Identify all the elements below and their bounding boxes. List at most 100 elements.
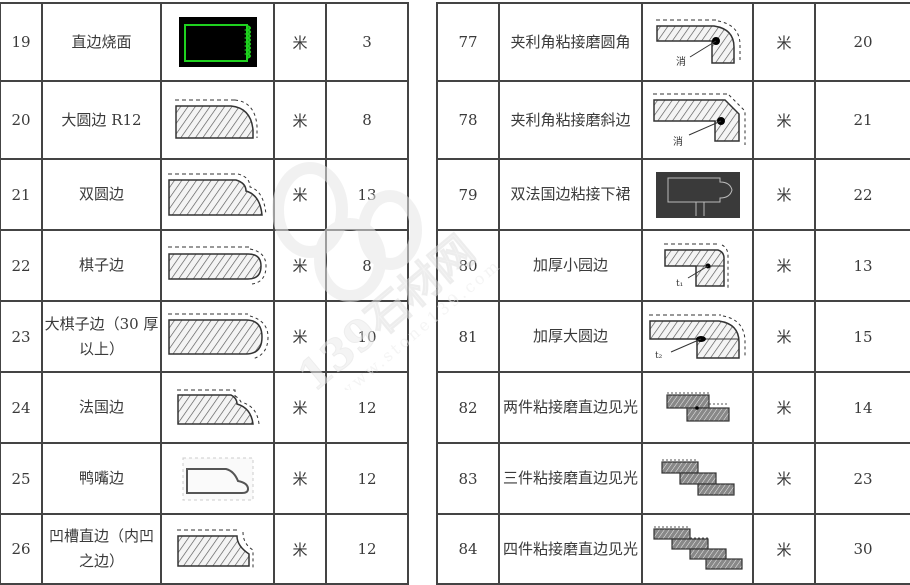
unit: 米 xyxy=(752,300,816,373)
edge-name: 双圆边 xyxy=(41,158,162,231)
price: 8 xyxy=(325,229,409,302)
svg-text:t₂: t₂ xyxy=(655,351,663,361)
price: 22 xyxy=(814,158,910,231)
price: 15 xyxy=(814,300,910,373)
table-row: 21 双圆边 米 13 xyxy=(0,158,409,231)
edge-name: 法国边 xyxy=(41,371,162,444)
row-number: 77 xyxy=(436,2,500,82)
edge-name: 凹槽直边（内凹之边） xyxy=(41,513,162,585)
mitered-bevel-edge-icon: 消 xyxy=(641,80,754,160)
unit: 米 xyxy=(273,371,327,444)
unit: 米 xyxy=(752,158,816,231)
price: 12 xyxy=(325,442,409,515)
large-round-edge-r12-icon xyxy=(160,80,275,160)
table-row: 23 大棋子边（30 厚以上） 米 10 xyxy=(0,300,409,373)
unit: 米 xyxy=(752,2,816,82)
table-row: 83 三件粘接磨直边见光 米 23 xyxy=(436,442,910,515)
unit: 米 xyxy=(273,2,327,82)
row-number: 79 xyxy=(436,158,500,231)
row-number: 23 xyxy=(0,300,43,373)
mitered-rounded-corner-icon: 消 xyxy=(641,2,754,82)
price: 12 xyxy=(325,513,409,585)
grooved-straight-edge-icon xyxy=(160,513,275,585)
thickened-large-round-edge-icon: t₂ xyxy=(641,300,754,373)
large-bullnose-edge-icon xyxy=(160,300,275,373)
table-row: 19 直边烧面 米 3 xyxy=(0,2,409,82)
edge-name: 双法国边粘接下裙 xyxy=(498,158,643,231)
edge-name: 夹利角粘接磨斜边 xyxy=(498,80,643,160)
edge-name: 四件粘接磨直边见光 xyxy=(498,513,643,585)
unit: 米 xyxy=(273,442,327,515)
row-number: 78 xyxy=(436,80,500,160)
unit: 米 xyxy=(752,371,816,444)
table-row: 78 夹利角粘接磨斜边 消 米 21 xyxy=(436,80,910,160)
edge-name: 两件粘接磨直边见光 xyxy=(498,371,643,444)
four-piece-laminated-edge-icon xyxy=(641,513,754,585)
unit: 米 xyxy=(273,80,327,160)
edge-price-table-right: 77 夹利角粘接磨圆角 消 米 20 78 夹利角粘接磨斜边 消 米 21 79… xyxy=(436,2,910,585)
table-row: 84 四件粘接磨直边见光 米 30 xyxy=(436,513,910,585)
row-number: 80 xyxy=(436,229,500,302)
svg-text:消: 消 xyxy=(676,55,686,67)
duckbill-edge-icon xyxy=(160,442,275,515)
edge-price-table-left: 19 直边烧面 米 3 20 大圆边 R12 米 8 21 双圆边 米 13 2… xyxy=(0,2,409,585)
table-row: 77 夹利角粘接磨圆角 消 米 20 xyxy=(436,2,910,82)
table-row: 82 两件粘接磨直边见光 米 14 xyxy=(436,371,910,444)
double-round-edge-icon xyxy=(160,158,275,231)
edge-name: 大圆边 R12 xyxy=(41,80,162,160)
table-row: 24 法国边 米 12 xyxy=(0,371,409,444)
edge-name: 直边烧面 xyxy=(41,2,162,82)
price: 8 xyxy=(325,80,409,160)
row-number: 19 xyxy=(0,2,43,82)
price: 12 xyxy=(325,371,409,444)
edge-name: 鸭嘴边 xyxy=(41,442,162,515)
row-number: 21 xyxy=(0,158,43,231)
price: 30 xyxy=(814,513,910,585)
table-row: 25 鸭嘴边 米 12 xyxy=(0,442,409,515)
french-edge-icon xyxy=(160,371,275,444)
row-number: 25 xyxy=(0,442,43,515)
row-number: 20 xyxy=(0,80,43,160)
svg-text:消: 消 xyxy=(673,135,683,148)
bullnose-edge-icon xyxy=(160,229,275,302)
price: 23 xyxy=(814,442,910,515)
table-row: 80 加厚小园边 t₁ 米 13 xyxy=(436,229,910,302)
double-french-edge-skirt-icon xyxy=(641,158,754,231)
three-piece-laminated-edge-icon xyxy=(641,442,754,515)
edge-name: 加厚小园边 xyxy=(498,229,643,302)
price: 21 xyxy=(814,80,910,160)
thickened-small-round-edge-icon: t₁ xyxy=(641,229,754,302)
table-row: 26 凹槽直边（内凹之边） 米 12 xyxy=(0,513,409,585)
edge-name: 加厚大圆边 xyxy=(498,300,643,373)
row-number: 84 xyxy=(436,513,500,585)
edge-name: 三件粘接磨直边见光 xyxy=(498,442,643,515)
price: 13 xyxy=(325,158,409,231)
unit: 米 xyxy=(273,158,327,231)
unit: 米 xyxy=(273,229,327,302)
svg-text:t₁: t₁ xyxy=(676,279,683,289)
unit: 米 xyxy=(752,442,816,515)
row-number: 24 xyxy=(0,371,43,444)
price: 3 xyxy=(325,2,409,82)
edge-name: 夹利角粘接磨圆角 xyxy=(498,2,643,82)
row-number: 82 xyxy=(436,371,500,444)
straight-flamed-edge-icon xyxy=(160,2,275,82)
row-number: 26 xyxy=(0,513,43,585)
price: 13 xyxy=(814,229,910,302)
price: 20 xyxy=(814,2,910,82)
price: 14 xyxy=(814,371,910,444)
table-row: 22 棋子边 米 8 xyxy=(0,229,409,302)
row-number: 83 xyxy=(436,442,500,515)
row-number: 22 xyxy=(0,229,43,302)
table-row: 20 大圆边 R12 米 8 xyxy=(0,80,409,160)
table-row: 81 加厚大圆边 t₂ 米 15 xyxy=(436,300,910,373)
edge-name: 棋子边 xyxy=(41,229,162,302)
unit: 米 xyxy=(752,229,816,302)
unit: 米 xyxy=(752,80,816,160)
unit: 米 xyxy=(752,513,816,585)
two-piece-laminated-edge-icon xyxy=(641,371,754,444)
unit: 米 xyxy=(273,513,327,585)
edge-name: 大棋子边（30 厚以上） xyxy=(41,300,162,373)
price: 10 xyxy=(325,300,409,373)
row-number: 81 xyxy=(436,300,500,373)
